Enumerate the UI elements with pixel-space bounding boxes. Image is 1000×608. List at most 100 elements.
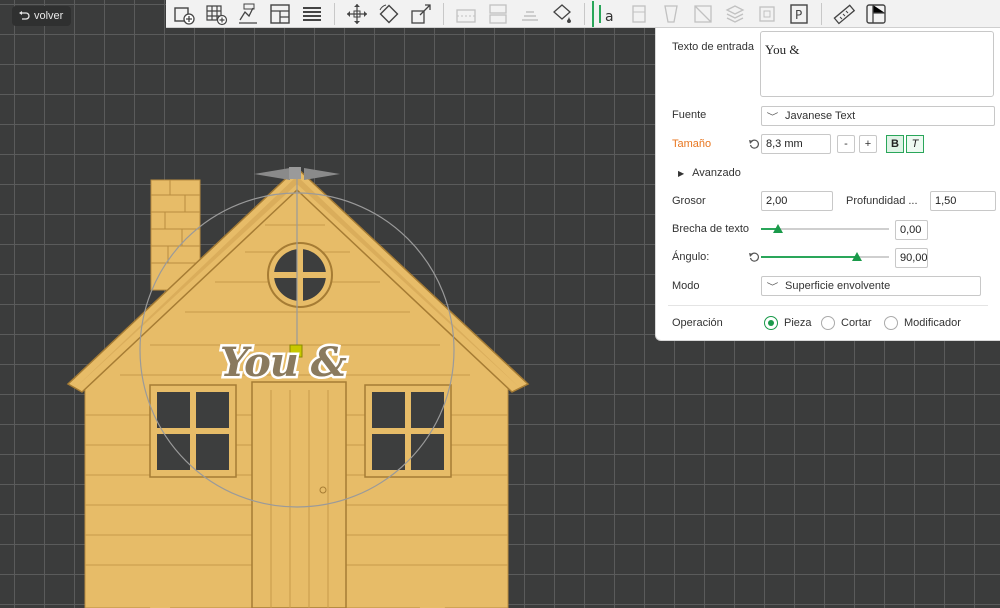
size-plus-button[interactable]: +	[859, 135, 877, 153]
scale-tool-button[interactable]	[406, 1, 436, 27]
text-emboss-icon	[239, 3, 257, 24]
angle-label: Ángulo:	[672, 251, 710, 263]
operation-part-radio[interactable]: Pieza	[764, 316, 812, 330]
assembly-icon	[866, 3, 886, 24]
split-tool-button[interactable]	[483, 1, 513, 27]
layers-tool-button[interactable]	[720, 1, 750, 27]
hollow-icon	[759, 5, 775, 22]
list-tool-button[interactable]	[297, 1, 327, 27]
round-window	[267, 242, 333, 308]
grid-add-icon	[206, 4, 228, 25]
placement-tool-button[interactable]: P	[784, 1, 814, 27]
layout-tool-button[interactable]	[265, 1, 295, 27]
scale-icon	[411, 3, 431, 24]
input-text-label: Texto de entrada	[672, 41, 754, 53]
add-part-tool-button[interactable]	[169, 1, 199, 27]
text-gap-input[interactable]: 0,00	[895, 220, 928, 240]
angle-thumb[interactable]	[852, 252, 862, 261]
arrange-icon	[522, 10, 538, 21]
mode-value: Superficie envolvente	[785, 280, 891, 292]
assembly-tool-button[interactable]	[861, 1, 891, 27]
door	[251, 381, 347, 608]
text-gap-label: Brecha de texto	[672, 223, 750, 235]
mesh-icon	[694, 4, 712, 23]
toolbar-separator	[443, 2, 444, 25]
size-input[interactable]: 8,3 mm	[761, 134, 831, 154]
svg-text:P: P	[795, 8, 802, 22]
add-part-icon	[174, 6, 195, 25]
thickness-input[interactable]: 2,00	[761, 191, 833, 211]
right-window	[364, 384, 452, 478]
placement-icon: P	[790, 3, 808, 24]
input-text-row: Texto de entrada	[672, 41, 754, 53]
operation-modifier-label: Modificador	[904, 317, 961, 329]
toolbar: aP	[166, 0, 1000, 28]
cut-icon	[456, 8, 476, 23]
measure-tool-button[interactable]	[829, 1, 859, 27]
font-label: Fuente	[672, 109, 707, 121]
radio-dot	[821, 316, 835, 330]
rotate-tool-button[interactable]	[374, 1, 404, 27]
toolbar-separator	[584, 2, 585, 25]
angle-slider[interactable]	[761, 250, 889, 264]
back-button[interactable]: volver	[12, 6, 72, 26]
advanced-toggle[interactable]: ▶ Avanzado	[678, 167, 741, 179]
operation-modifier-radio[interactable]: Modificador	[884, 316, 961, 330]
move-tool-button[interactable]	[342, 1, 372, 27]
text-gap-slider[interactable]	[761, 222, 889, 236]
mode-label: Modo	[672, 280, 700, 292]
layout-icon	[270, 3, 290, 24]
text-emboss-tool-button[interactable]	[233, 1, 263, 27]
support-tool-button[interactable]	[624, 1, 654, 27]
text-gap-thumb[interactable]	[772, 224, 783, 233]
operation-cut-label: Cortar	[841, 317, 872, 329]
advanced-label: Avanzado	[692, 167, 741, 179]
reset-size-icon[interactable]	[748, 138, 760, 150]
operation-part-label: Pieza	[784, 317, 812, 329]
reset-angle-icon[interactable]	[748, 251, 760, 263]
text-properties-panel: Texto de entrada You & Fuente ﹀ Javanese…	[655, 28, 1000, 341]
cut-tool-button[interactable]	[451, 1, 481, 27]
grid-add-tool-button[interactable]	[201, 1, 231, 27]
paint-icon	[553, 3, 571, 23]
divider	[668, 305, 988, 306]
font-select[interactable]: ﹀ Javanese Text	[761, 106, 995, 126]
list-icon	[303, 6, 321, 21]
layers-icon	[725, 4, 745, 23]
toolbar-separator	[334, 2, 335, 25]
italic-button[interactable]: T	[906, 135, 924, 153]
input-text-field[interactable]: You &	[760, 31, 994, 97]
embossed-text[interactable]: You &	[218, 337, 351, 389]
font-value: Javanese Text	[785, 110, 856, 122]
move-icon	[347, 3, 367, 24]
thickness-label: Grosor	[672, 195, 706, 207]
mode-select[interactable]: ﹀ Superficie envolvente	[761, 276, 981, 296]
support-icon	[632, 4, 646, 23]
operation-label: Operación	[672, 317, 723, 329]
operation-cut-radio[interactable]: Cortar	[821, 316, 872, 330]
depth-label: Profundidad ...	[846, 195, 918, 207]
paint-tool-button[interactable]	[547, 1, 577, 27]
hollow-tool-button[interactable]	[752, 1, 782, 27]
split-icon	[489, 3, 507, 24]
svg-text:a: a	[605, 9, 614, 25]
size-label: Tamaño	[672, 138, 712, 150]
angle-input[interactable]: 90,00	[895, 248, 928, 268]
toolbar-separator	[821, 2, 822, 25]
seam-tool-button[interactable]	[656, 1, 686, 27]
mesh-tool-button[interactable]	[688, 1, 718, 27]
bold-button[interactable]: B	[886, 135, 904, 153]
chevron-down-icon: ﹀	[766, 281, 779, 292]
text-tool-tool-button[interactable]: a	[592, 0, 622, 27]
measure-icon	[833, 3, 856, 24]
seam-icon	[664, 4, 678, 23]
rotate-icon	[379, 4, 399, 23]
radio-dot	[764, 316, 778, 330]
arrange-tool-button[interactable]	[515, 1, 545, 27]
back-button-label: volver	[34, 10, 64, 22]
text-tool-icon: a	[599, 4, 614, 25]
depth-input[interactable]: 1,50	[930, 191, 996, 211]
angle-fill	[761, 256, 857, 258]
size-minus-button[interactable]: -	[837, 135, 855, 153]
radio-dot	[884, 316, 898, 330]
